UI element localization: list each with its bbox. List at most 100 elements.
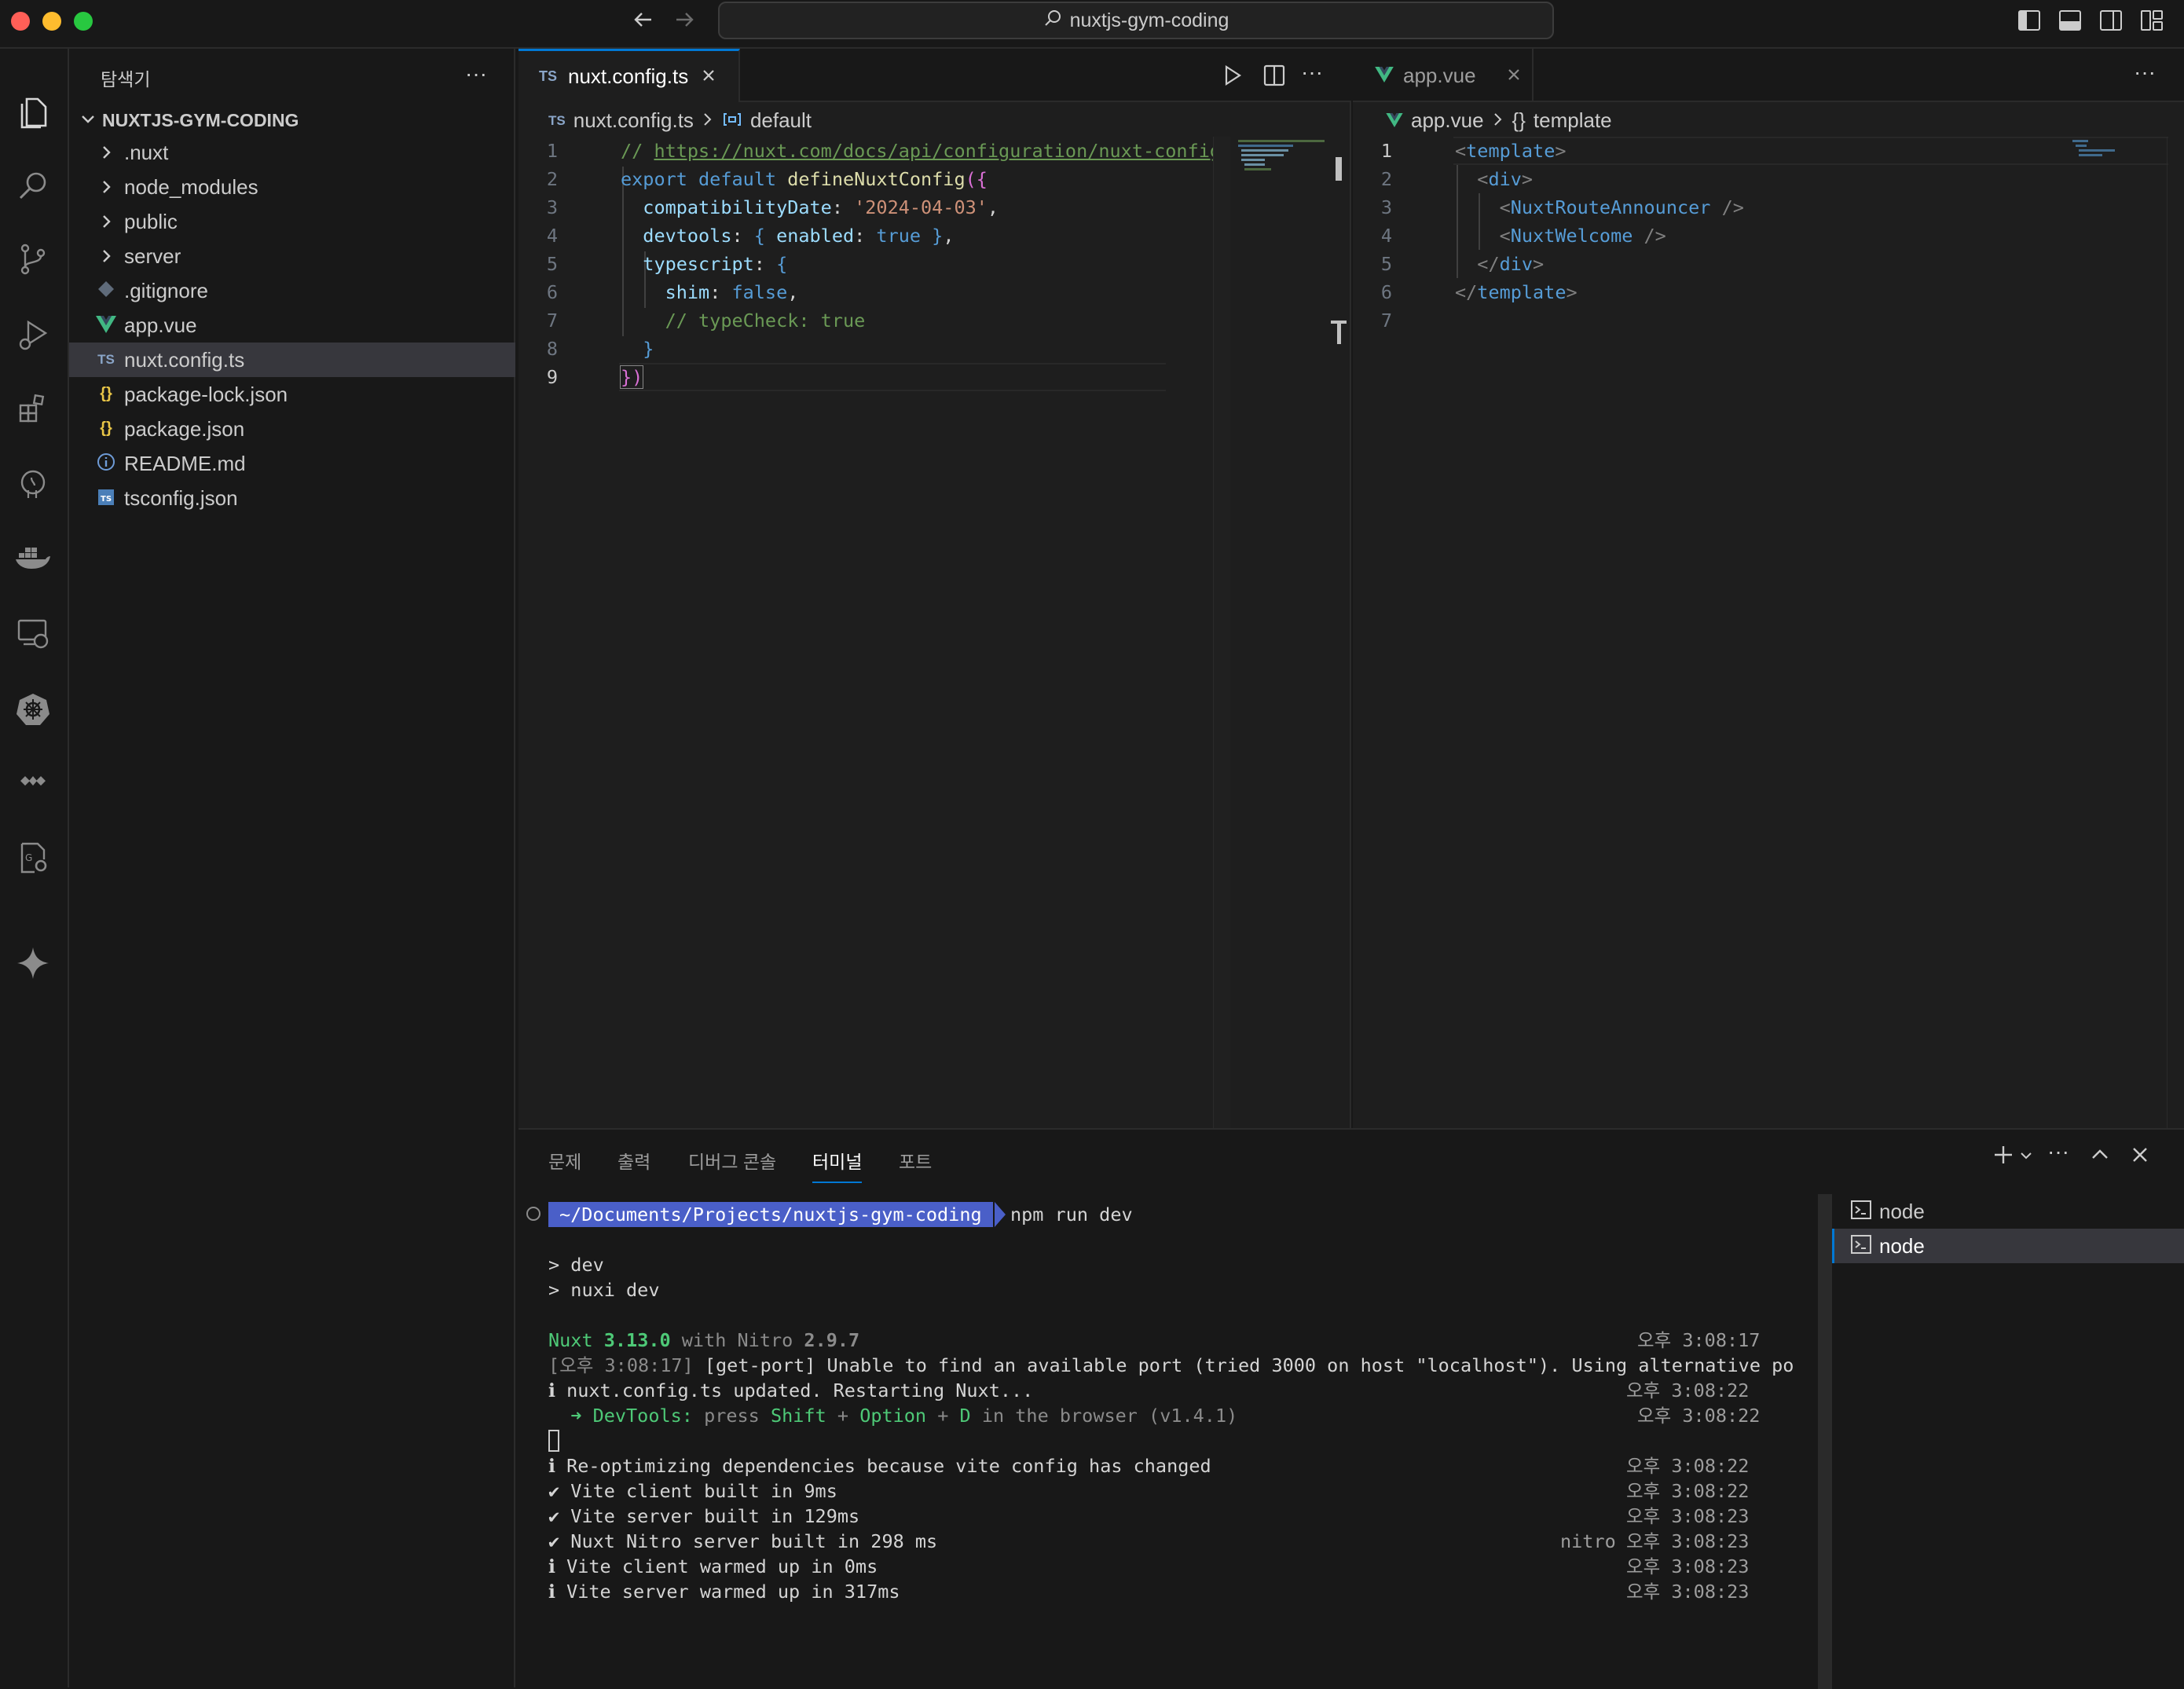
explorer-icon[interactable] <box>11 90 55 134</box>
code-line-2[interactable]: export default defineNuxtConfig({ <box>621 165 988 193</box>
panel-tab-debug-console[interactable]: 디버그 콘솔 <box>688 1147 776 1174</box>
close-panel-icon[interactable] <box>2131 1145 2149 1168</box>
docker-icon[interactable] <box>11 536 55 580</box>
panel-tab-problems[interactable]: 문제 <box>548 1147 581 1174</box>
maximize-panel-icon[interactable] <box>2090 1145 2110 1168</box>
line-number: 6 <box>1380 281 1392 303</box>
svg-text:TS: TS <box>101 495 112 504</box>
tab-nuxt-config[interactable]: TS nuxt.config.ts <box>519 49 740 102</box>
close-window-button[interactable] <box>11 12 30 31</box>
back-arrow-icon[interactable] <box>632 8 655 35</box>
toggle-panel-icon[interactable] <box>2058 9 2082 35</box>
tree-file-package-json[interactable]: {} package.json <box>69 412 515 446</box>
forward-arrow-icon[interactable] <box>672 8 696 35</box>
tree-file-nuxt-config[interactable]: TS nuxt.config.ts <box>69 343 515 377</box>
code-line-3[interactable]: <NuxtRouteAnnouncer /> <box>1455 193 1744 222</box>
source-control-icon[interactable] <box>11 237 55 281</box>
code-line-1[interactable]: <template> <box>1455 137 1567 165</box>
editor-group-left: TS nuxt.config.ts ··· TS nuxt.config.ts … <box>519 49 1351 1128</box>
code-line-6[interactable]: shim: false, <box>621 278 799 306</box>
copilot-sparkle-icon[interactable] <box>11 941 55 985</box>
terminal-timestamp: 오후 3:08:22 <box>1637 1405 1761 1427</box>
toggle-secondary-sidebar-icon[interactable] <box>2099 9 2123 35</box>
run-file-icon[interactable] <box>1222 64 1243 90</box>
editor-scrollbar-track[interactable] <box>1213 137 1230 1128</box>
customize-layout-icon[interactable] <box>2140 9 2164 35</box>
toggle-primary-sidebar-icon[interactable] <box>2017 9 2041 35</box>
code-line-7[interactable]: // typeCheck: true <box>621 306 866 335</box>
run-debug-icon[interactable] <box>11 313 55 357</box>
minimap[interactable] <box>2072 140 2159 171</box>
new-terminal-icon[interactable] <box>1992 1144 2014 1170</box>
search-view-icon[interactable] <box>11 163 55 207</box>
typescript-tab-icon: TS <box>539 68 558 84</box>
tree-item-label: package.json <box>124 416 245 441</box>
tree-item-label: .gitignore <box>124 278 208 302</box>
postgresql-icon[interactable] <box>11 462 55 506</box>
panel-tab-terminal[interactable]: 터미널 <box>812 1147 863 1183</box>
remote-explorer-icon[interactable] <box>11 611 55 655</box>
code-line-1[interactable]: // https://nuxt.com/docs/api/configurati… <box>621 137 1221 165</box>
editor-more-actions-icon[interactable]: ··· <box>2134 60 2156 85</box>
panel-tab-ports[interactable]: 포트 <box>899 1147 932 1174</box>
tree-file-package-lock[interactable]: {} package-lock.json <box>69 377 515 412</box>
tree-folder-public[interactable]: public <box>69 204 515 239</box>
terminal-line-devtools: ➜ DevTools: press Shift + Option + D in … <box>548 1405 1238 1427</box>
tree-folder-nuxt[interactable]: .nuxt <box>69 135 515 170</box>
editor-more-actions-icon[interactable]: ··· <box>1301 60 1323 85</box>
terminal-scrollbar[interactable] <box>1818 1194 1830 1689</box>
terminal-line: > dev <box>548 1254 604 1276</box>
breadcrumb-file[interactable]: nuxt.config.ts <box>573 108 694 133</box>
tab-app-vue[interactable]: app.vue <box>1353 49 1534 102</box>
terminal-list: node node <box>1830 1194 2184 1689</box>
explorer-more-actions-icon[interactable]: ··· <box>465 61 487 86</box>
code-line-4[interactable]: <NuxtWelcome /> <box>1455 222 1666 250</box>
json-file-icon: {} <box>100 385 112 402</box>
gitlens-settings-icon[interactable]: G <box>11 836 55 880</box>
tree-file-app-vue[interactable]: app.vue <box>69 308 515 343</box>
editor-scrollbar-track[interactable] <box>2167 137 2182 1128</box>
code-line-6[interactable]: </template> <box>1455 278 1578 306</box>
code-line-3[interactable]: compatibilityDate: '2024-04-03', <box>621 193 999 222</box>
extensions-icon[interactable] <box>11 387 55 430</box>
tree-folder-server[interactable]: server <box>69 239 515 273</box>
tree-file-readme[interactable]: README.md <box>69 446 515 481</box>
maximize-window-button[interactable] <box>74 12 93 31</box>
minimap[interactable] <box>1230 137 1340 1128</box>
chevron-down-icon[interactable] <box>2019 1149 2033 1167</box>
panel-more-actions-icon[interactable]: ··· <box>2047 1139 2069 1164</box>
command-center-search[interactable]: nuxtjs-gym-coding <box>718 2 1554 39</box>
code-line-9[interactable]: }) <box>619 363 644 391</box>
overview-ruler-marker <box>1336 157 1342 181</box>
gitkraken-icon[interactable] <box>11 760 55 804</box>
split-editor-icon[interactable] <box>1263 64 1285 90</box>
kubernetes-icon[interactable] <box>11 687 55 731</box>
tree-file-gitignore[interactable]: .gitignore <box>69 273 515 308</box>
git-file-icon <box>94 280 118 303</box>
code-line-8[interactable]: } <box>621 335 654 363</box>
vue-file-icon <box>1375 64 1394 88</box>
code-line-5[interactable]: typescript: { <box>621 250 787 278</box>
bottom-panel: 문제 출력 디버그 콘솔 터미널 포트 ··· ~/Documents/Proj… <box>519 1128 2184 1689</box>
tree-folder-node-modules[interactable]: node_modules <box>69 170 515 204</box>
breadcrumb-symbol[interactable]: template <box>1534 108 1612 133</box>
editor-tab-bar: app.vue ··· <box>1353 49 2184 102</box>
close-tab-icon[interactable] <box>1506 64 1522 88</box>
breadcrumb-file[interactable]: app.vue <box>1411 108 1484 133</box>
terminal-list-item-active[interactable]: node <box>1832 1229 2184 1263</box>
line-number: 4 <box>1380 225 1392 247</box>
tree-item-label: app.vue <box>124 313 197 337</box>
tree-file-tsconfig[interactable]: TS tsconfig.json <box>69 481 515 515</box>
terminal-list-item[interactable]: node <box>1832 1194 2184 1229</box>
code-line-5[interactable]: </div> <box>1455 250 1544 278</box>
code-line-4[interactable]: devtools: { enabled: true }, <box>621 222 954 250</box>
panel-tab-output[interactable]: 출력 <box>617 1147 650 1174</box>
command-decoration-icon[interactable] <box>526 1207 541 1221</box>
breadcrumb-symbol[interactable]: default <box>750 108 812 133</box>
terminal-timestamp: 오후 3:08:23 <box>1626 1505 1750 1527</box>
close-tab-icon[interactable] <box>701 64 716 89</box>
info-file-icon <box>94 452 118 476</box>
minimize-window-button[interactable] <box>42 12 61 31</box>
code-line-2[interactable]: <div> <box>1455 165 1533 193</box>
explorer-root-folder[interactable]: NUXTJS-GYM-CODING <box>69 102 515 137</box>
